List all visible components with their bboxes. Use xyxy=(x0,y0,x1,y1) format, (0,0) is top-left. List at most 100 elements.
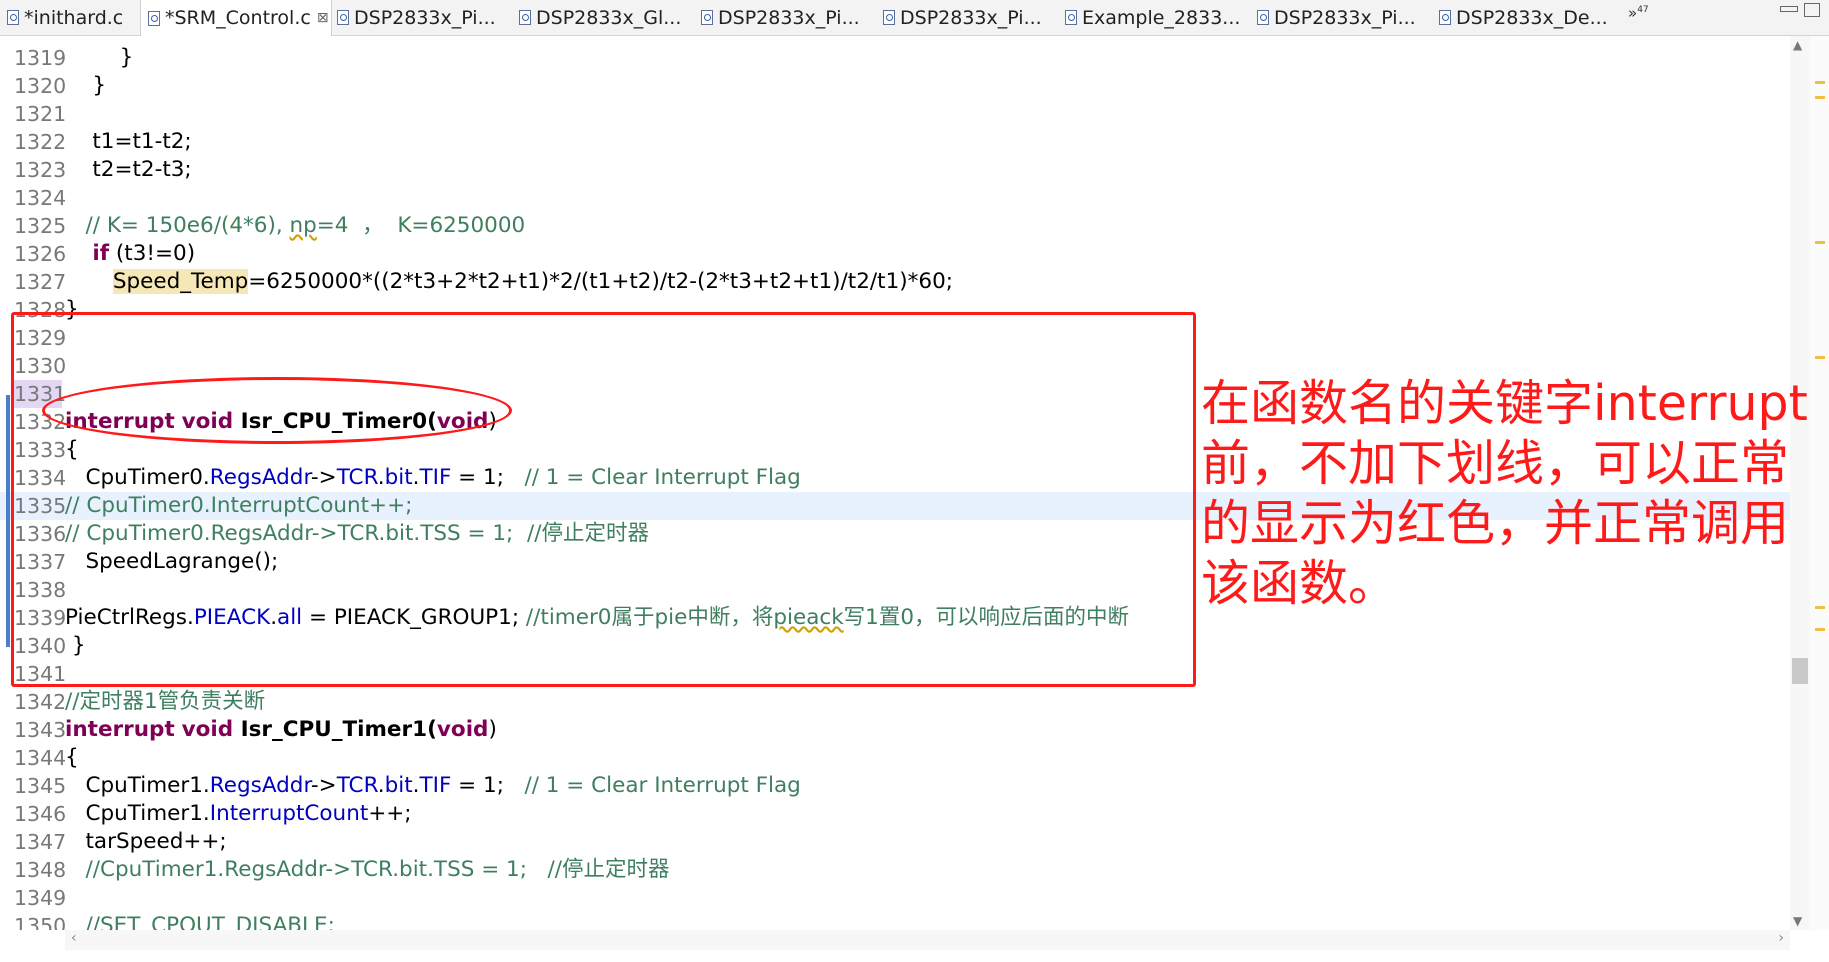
code-line[interactable]: 1344{ xyxy=(0,744,1790,772)
code-line[interactable]: 1320 } xyxy=(0,72,1790,100)
c-file-icon xyxy=(1257,10,1269,25)
editor-tab[interactable]: DSP2833x_Pi... xyxy=(1250,0,1432,35)
code-line[interactable]: 1327 Speed_Temp=6250000*((2*t3+2*t2+t1)*… xyxy=(0,268,1790,296)
code-token: t2=t2-t3; xyxy=(65,157,192,182)
code-line[interactable]: 1324 xyxy=(0,184,1790,212)
code-line[interactable]: 1350 //SET_CPOUT_DISABLE; xyxy=(0,912,1790,930)
annotation-note: 在函数名的关键字interrupt 前，不加下划线，可以正常 的显示为红色，并正… xyxy=(1201,374,1808,614)
c-file-icon xyxy=(1439,10,1451,25)
scrollbar-thumb[interactable] xyxy=(1792,658,1808,684)
code-text[interactable]: } xyxy=(65,44,134,72)
editor-tab[interactable]: DSP2833x_Pi... xyxy=(330,0,512,35)
code-token: InterruptCount xyxy=(209,801,369,826)
overview-marker[interactable] xyxy=(1815,81,1825,84)
code-line[interactable]: 1345 CpuTimer1.RegsAddr->TCR.bit.TIF = 1… xyxy=(0,772,1790,800)
scroll-up-icon[interactable]: ▲ xyxy=(1793,38,1802,52)
code-token: np xyxy=(289,213,317,238)
scroll-left-icon[interactable]: ‹ xyxy=(71,930,77,946)
annotation-line: 在函数名的关键字interrupt xyxy=(1201,375,1808,432)
code-text[interactable]: } xyxy=(65,72,106,100)
overview-marker[interactable] xyxy=(1815,96,1825,99)
tab-overflow-label: » xyxy=(1628,4,1638,22)
annotation-red-box xyxy=(11,312,1196,687)
code-line[interactable]: 1323 t2=t2-t3; xyxy=(0,156,1790,184)
line-number: 1347 xyxy=(14,830,67,854)
code-token: = 1; xyxy=(451,773,525,798)
editor-tab-label: DSP2833x_De... xyxy=(1456,6,1608,29)
code-text[interactable]: t2=t2-t3; xyxy=(65,156,192,184)
code-text[interactable]: // K= 150e6/(4*6), np=4 ， K=6250000 xyxy=(65,212,526,240)
code-line[interactable]: 1348 //CpuTimer1.RegsAddr->TCR.bit.TSS =… xyxy=(0,856,1790,884)
editor-tab[interactable]: Example_2833... xyxy=(1058,0,1250,35)
code-token: tarSpeed++; xyxy=(65,829,227,854)
line-number: 1319 xyxy=(14,46,67,70)
code-line[interactable]: 1325 // K= 150e6/(4*6), np=4 ， K=6250000 xyxy=(0,212,1790,240)
code-token: } xyxy=(65,73,107,98)
code-text[interactable]: t1=t1-t2; xyxy=(65,128,192,156)
code-text[interactable]: if (t3!=0) xyxy=(65,240,195,268)
line-number: 1346 xyxy=(14,802,67,826)
code-text[interactable]: tarSpeed++; xyxy=(65,828,227,856)
horizontal-scrollbar[interactable]: ‹ › xyxy=(65,930,1790,950)
scroll-right-icon[interactable]: › xyxy=(1778,930,1784,946)
scroll-down-icon[interactable]: ▼ xyxy=(1793,914,1802,928)
code-text[interactable]: //SET_CPOUT_DISABLE; xyxy=(65,912,335,930)
code-token: { xyxy=(65,745,79,770)
code-token: //定时器1管负责关断 xyxy=(65,689,266,714)
line-number: 1349 xyxy=(14,886,67,910)
minimize-icon[interactable] xyxy=(1780,6,1798,12)
code-line[interactable]: 1349 xyxy=(0,884,1790,912)
c-file-icon xyxy=(337,10,349,25)
editor-tab[interactable]: DSP2833x_Gl... xyxy=(512,0,694,35)
c-file-icon xyxy=(519,10,531,25)
tab-overflow-button[interactable]: »47 xyxy=(1628,4,1649,22)
code-token: CpuTimer1. xyxy=(65,801,210,826)
editor-tab[interactable]: DSP2833x_Pi... xyxy=(694,0,876,35)
annotation-line: 该函数。 xyxy=(1201,555,1398,612)
editor-tab[interactable]: *inithard.c xyxy=(0,0,140,35)
code-line[interactable]: 1342//定时器1管负责关断 xyxy=(0,688,1790,716)
code-text[interactable]: //定时器1管负责关断 xyxy=(65,688,265,716)
code-line[interactable]: 1347 tarSpeed++; xyxy=(0,828,1790,856)
maximize-icon[interactable] xyxy=(1804,3,1820,17)
code-text[interactable]: Speed_Temp=6250000*((2*t3+2*t2+t1)*2/(t1… xyxy=(65,268,953,296)
overview-marker[interactable] xyxy=(1815,241,1825,244)
close-tab-icon[interactable]: ⊠ xyxy=(317,10,329,26)
code-token: Isr_CPU_Timer1( xyxy=(233,717,437,742)
code-line[interactable]: 1319 } xyxy=(0,44,1790,72)
overview-marker[interactable] xyxy=(1815,356,1825,359)
c-file-icon xyxy=(701,10,713,25)
code-token: TIF xyxy=(419,773,452,798)
annotation-line: 的显示为红色，并正常调用 xyxy=(1201,495,1790,552)
overview-ruler[interactable] xyxy=(1810,36,1829,930)
editor-tab-label: Example_2833... xyxy=(1082,6,1241,29)
code-token: void xyxy=(436,717,489,742)
code-token: interrupt xyxy=(65,717,175,742)
code-line[interactable]: 1343 interrupt void Isr_CPU_Timer1(void) xyxy=(0,716,1790,744)
editor-tab[interactable]: DSP2833x_Pi... xyxy=(876,0,1058,35)
code-text[interactable]: interrupt void Isr_CPU_Timer1(void) xyxy=(65,716,497,744)
editor-tab[interactable]: *SRM_Control.c ⊠ xyxy=(140,0,332,36)
code-line[interactable]: 1321 xyxy=(0,100,1790,128)
editor-tab-bar: *inithard.c *SRM_Control.c ⊠ DSP2833x_Pi...… xyxy=(0,0,1829,36)
line-number: 1350 xyxy=(14,914,67,930)
code-token: t1=t1-t2; xyxy=(65,129,192,154)
code-token: =6250000*((2*t3+2*t2+t1)*2/(t1+t2)/t2-(2… xyxy=(248,269,953,294)
code-text[interactable]: CpuTimer1.RegsAddr->TCR.bit.TIF = 1; // … xyxy=(65,772,801,800)
code-line[interactable]: 1322 t1=t1-t2; xyxy=(0,128,1790,156)
code-token: if xyxy=(92,241,110,266)
overview-marker[interactable] xyxy=(1815,628,1825,631)
overview-marker[interactable] xyxy=(1815,606,1825,609)
line-number: 1326 xyxy=(14,242,67,266)
code-line[interactable]: 1326 if (t3!=0) xyxy=(0,240,1790,268)
code-text[interactable]: //CpuTimer1.RegsAddr->TCR.bit.TSS = 1; /… xyxy=(65,856,670,884)
editor-tab-label: DSP2833x_Gl... xyxy=(536,6,682,29)
code-text[interactable]: CpuTimer1.InterruptCount++; xyxy=(65,800,412,828)
line-number: 1345 xyxy=(14,774,67,798)
code-line[interactable]: 1346 CpuTimer1.InterruptCount++; xyxy=(0,800,1790,828)
code-text[interactable]: { xyxy=(65,744,79,772)
code-token: =4 ， K=6250000 xyxy=(316,213,526,238)
editor-tab[interactable]: DSP2833x_De... xyxy=(1432,0,1614,35)
code-token: (t3!=0) xyxy=(109,241,196,266)
